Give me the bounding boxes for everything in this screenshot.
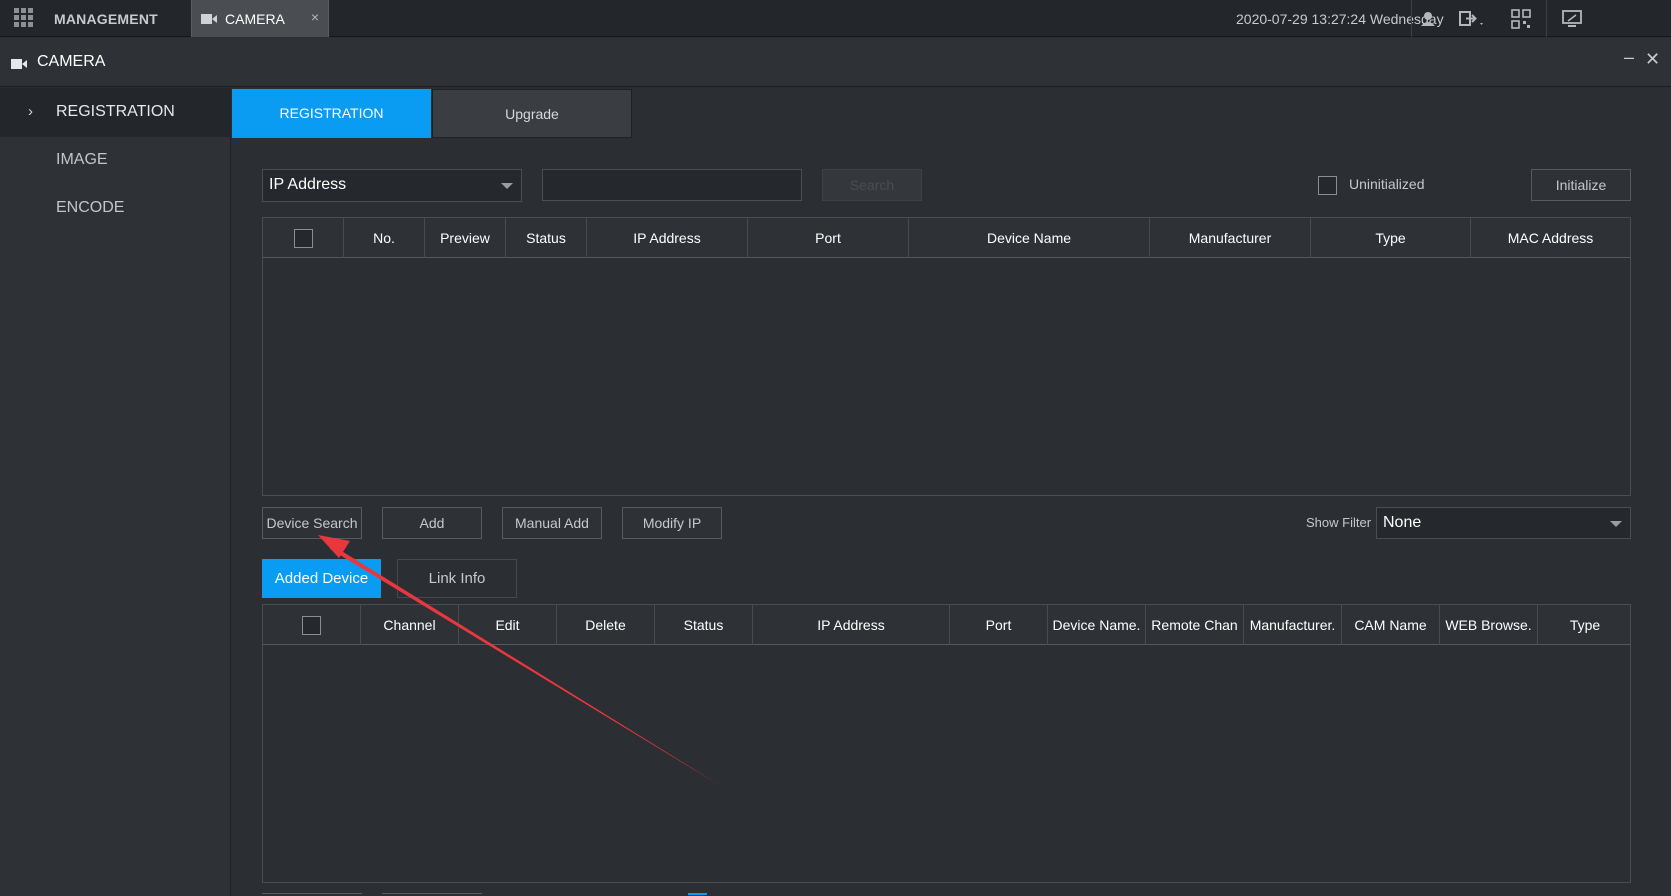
show-filter-dropdown[interactable]: None bbox=[1376, 507, 1631, 539]
column-header[interactable]: WEB Browse. bbox=[1440, 605, 1538, 645]
column-header[interactable]: Type bbox=[1538, 605, 1632, 645]
monitor-icon[interactable] bbox=[1562, 9, 1582, 29]
sidebar-item-label: IMAGE bbox=[56, 151, 108, 168]
column-header[interactable]: Remote Chan bbox=[1146, 605, 1244, 645]
column-header[interactable]: Delete bbox=[557, 605, 655, 645]
select-all-cell bbox=[263, 605, 361, 645]
camera-icon bbox=[201, 14, 217, 24]
column-header[interactable]: Channel bbox=[361, 605, 459, 645]
window-title: CAMERA bbox=[37, 53, 106, 70]
manual-add-button[interactable]: Manual Add bbox=[502, 507, 602, 539]
column-header[interactable]: Status bbox=[506, 218, 587, 258]
window-header: CAMERA – ✕ bbox=[0, 38, 1671, 87]
tab-added-device[interactable]: Added Device bbox=[262, 559, 381, 598]
tab-close-icon[interactable]: × bbox=[311, 9, 319, 25]
sidebar: › REGISTRATION IMAGE ENCODE bbox=[0, 88, 231, 896]
sidebar-item-label: REGISTRATION bbox=[56, 103, 175, 120]
minimize-icon[interactable]: – bbox=[1624, 47, 1634, 68]
chevron-down-icon bbox=[501, 183, 513, 189]
column-header[interactable]: Device Name bbox=[909, 218, 1150, 258]
sidebar-item-encode[interactable]: ENCODE bbox=[0, 184, 231, 233]
select-all-checkbox[interactable] bbox=[302, 615, 321, 635]
select-all-cell bbox=[263, 218, 344, 258]
added-device-table: Channel Edit Delete Status IP Address Po… bbox=[262, 604, 1631, 883]
close-icon[interactable]: ✕ bbox=[1645, 49, 1660, 70]
dropdown-value: IP Address bbox=[269, 176, 347, 193]
column-header[interactable]: Edit bbox=[459, 605, 557, 645]
column-header[interactable]: Status bbox=[655, 605, 753, 645]
table-header: Channel Edit Delete Status IP Address Po… bbox=[263, 605, 1630, 645]
divider bbox=[1546, 0, 1547, 37]
uninitialized-checkbox[interactable] bbox=[1318, 176, 1337, 195]
search-input[interactable] bbox=[542, 169, 802, 201]
user-icon[interactable] bbox=[1418, 9, 1438, 29]
tab-upgrade[interactable]: Upgrade bbox=[432, 89, 632, 138]
modify-ip-button[interactable]: Modify IP bbox=[622, 507, 722, 539]
sidebar-item-image[interactable]: IMAGE bbox=[0, 136, 231, 185]
chevron-down-icon bbox=[1610, 521, 1622, 527]
chevron-right-icon: › bbox=[28, 103, 33, 120]
column-header[interactable]: CAM Name bbox=[1342, 605, 1440, 645]
search-button[interactable]: Search bbox=[822, 169, 922, 201]
tab-camera-label: CAMERA bbox=[225, 11, 285, 27]
datetime-display: 2020-07-29 13:27:24 Wednesday bbox=[1236, 11, 1444, 27]
column-header[interactable]: No. bbox=[344, 218, 425, 258]
top-bar: MANAGEMENT CAMERA × 2020-07-29 13:27:24 … bbox=[0, 0, 1671, 37]
table-header: No. Preview Status IP Address Port Devic… bbox=[263, 218, 1630, 258]
device-search-button[interactable]: Device Search bbox=[262, 507, 362, 539]
grid-menu-icon[interactable] bbox=[14, 8, 34, 28]
sidebar-item-label: ENCODE bbox=[56, 199, 125, 216]
column-header[interactable]: Port bbox=[748, 218, 909, 258]
dropdown-value: None bbox=[1383, 514, 1422, 531]
sidebar-item-registration[interactable]: › REGISTRATION bbox=[0, 88, 231, 137]
camera-icon bbox=[11, 59, 27, 69]
show-filter-label: Show Filter bbox=[1306, 515, 1372, 530]
column-header[interactable]: Type bbox=[1311, 218, 1471, 258]
initialize-button[interactable]: Initialize bbox=[1531, 169, 1631, 201]
qrcode-icon[interactable] bbox=[1511, 9, 1531, 29]
uninitialized-label: Uninitialized bbox=[1349, 176, 1425, 192]
tab-registration[interactable]: REGISTRATION bbox=[232, 89, 431, 138]
column-header[interactable]: IP Address bbox=[587, 218, 748, 258]
column-header[interactable]: Manufacturer bbox=[1150, 218, 1311, 258]
column-header[interactable]: MAC Address bbox=[1471, 218, 1630, 258]
divider bbox=[1411, 0, 1412, 37]
management-nav-link[interactable]: MANAGEMENT bbox=[54, 11, 158, 27]
select-all-checkbox[interactable] bbox=[293, 228, 313, 248]
column-header[interactable]: IP Address bbox=[753, 605, 950, 645]
column-header[interactable]: Manufacturer. bbox=[1244, 605, 1342, 645]
tab-link-info[interactable]: Link Info bbox=[397, 559, 517, 598]
column-header[interactable]: Device Name. bbox=[1048, 605, 1146, 645]
column-header[interactable]: Port bbox=[950, 605, 1048, 645]
logout-icon[interactable] bbox=[1458, 9, 1486, 29]
device-search-table: No. Preview Status IP Address Port Devic… bbox=[262, 217, 1631, 496]
column-header[interactable]: Preview bbox=[425, 218, 506, 258]
add-button[interactable]: Add bbox=[382, 507, 482, 539]
search-type-dropdown[interactable]: IP Address bbox=[262, 169, 522, 202]
tab-camera[interactable]: CAMERA × bbox=[191, 0, 329, 37]
